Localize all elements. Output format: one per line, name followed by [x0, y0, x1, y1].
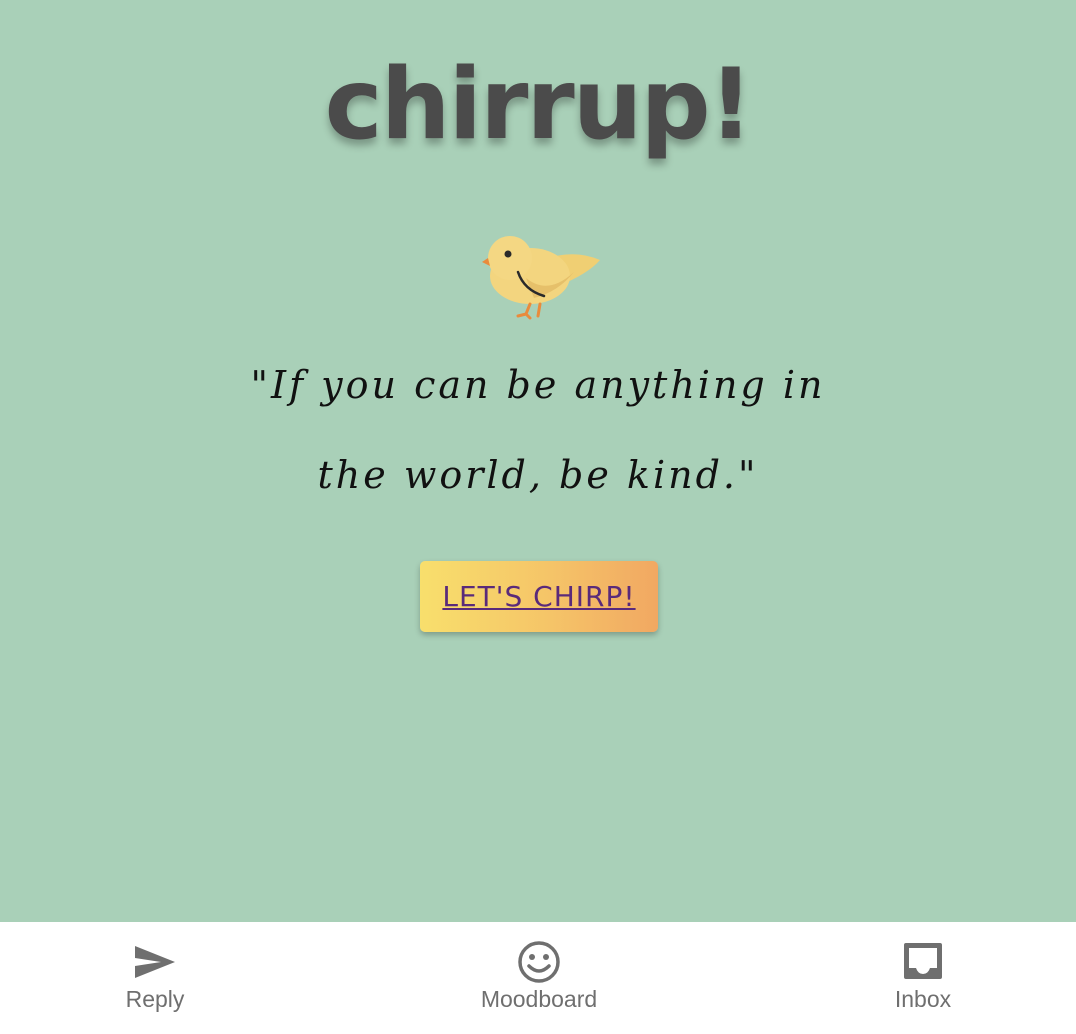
- bottom-navigation: Reply Moodboard Inbox: [0, 922, 1076, 1034]
- nav-item-moodboard[interactable]: Moodboard: [439, 940, 639, 1020]
- smiley-face-icon: [518, 941, 560, 983]
- nav-item-inbox[interactable]: Inbox: [823, 940, 1023, 1020]
- main-content: chirrup! "If you can be anything in the …: [0, 0, 1076, 922]
- lets-chirp-label: LET'S CHIRP!: [442, 580, 636, 613]
- nav-label-moodboard: Moodboard: [480, 986, 598, 1012]
- quote-text: "If you can be anything in the world, be…: [230, 340, 846, 520]
- nav-label-inbox: Inbox: [894, 986, 952, 1012]
- quote-line-2: the world, be kind.": [317, 453, 759, 497]
- bird-icon: [482, 236, 600, 320]
- nav-item-reply[interactable]: Reply: [55, 940, 255, 1020]
- nav-label-reply: Reply: [125, 986, 185, 1012]
- send-icon: [135, 946, 175, 978]
- inbox-icon: [904, 943, 942, 979]
- quote-line-1: "If you can be anything in: [250, 363, 826, 407]
- app-title: chirrup!: [324, 48, 754, 162]
- lets-chirp-button[interactable]: LET'S CHIRP!: [420, 561, 658, 632]
